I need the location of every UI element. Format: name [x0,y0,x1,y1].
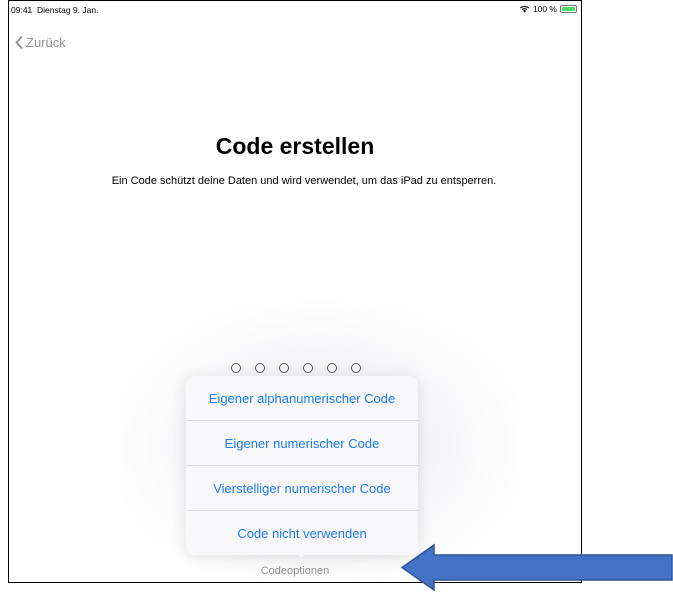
status-time: 09:41 Dienstag 9. Jan. [11,5,98,15]
passcode-dot [351,363,361,373]
status-clock: 09:41 [11,5,33,15]
status-right: 100 % [519,4,577,14]
passcode-dot [231,363,241,373]
back-button[interactable]: Zurück [15,35,66,50]
passcode-dot [327,363,337,373]
battery-percentage: 100 % [532,4,557,14]
passcode-dot [255,363,265,373]
popup-pointer [293,550,309,558]
page-title: Code erstellen [215,133,375,159]
option-custom-numeric-code[interactable]: Eigener numerischer Code [186,421,418,466]
status-bar: 09:41 Dienstag 9. Jan. 100 % [9,1,581,17]
wifi-icon [519,5,530,13]
option-four-digit-code[interactable]: Vierstelliger numerischer Code [186,466,418,511]
page-subtitle: Ein Code schützt deine Daten und wird ve… [111,175,497,187]
back-label: Zurück [26,35,66,50]
option-no-code[interactable]: Code nicht verwenden [186,511,418,555]
status-date: Dienstag 9. Jan. [37,5,99,15]
ipad-screen: 09:41 Dienstag 9. Jan. 100 % Zurück Code… [8,0,582,583]
passcode-dots [231,363,361,373]
option-alphanumeric-code[interactable]: Eigener alphanumerischer Code [186,376,418,421]
passcode-dot [279,363,289,373]
battery-icon [560,5,577,13]
chevron-left-icon [15,36,23,49]
code-options-popup: Eigener alphanumerischer Code Eigener nu… [186,376,418,555]
battery-fill [562,7,575,11]
left-arrow-icon [400,543,673,592]
passcode-dot [303,363,313,373]
